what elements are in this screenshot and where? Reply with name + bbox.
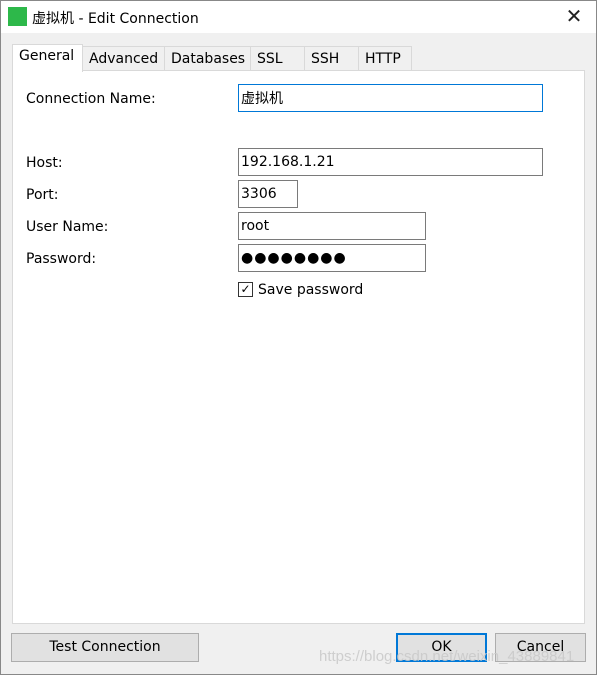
edit-connection-dialog: 虚拟机 - Edit Connection ✕ General Advanced… — [0, 0, 597, 675]
password-input[interactable] — [238, 244, 426, 272]
tab-general[interactable]: General — [12, 44, 83, 72]
host-label: Host: — [26, 155, 63, 171]
password-label: Password: — [26, 251, 97, 267]
host-input[interactable] — [238, 148, 543, 176]
tab-advanced[interactable]: Advanced — [83, 46, 165, 73]
save-password-checkbox[interactable]: ✓ — [238, 282, 253, 297]
test-connection-button[interactable]: Test Connection — [11, 633, 199, 662]
ok-button[interactable]: OK — [396, 633, 487, 662]
username-label: User Name: — [26, 219, 109, 235]
tab-http[interactable]: HTTP — [359, 46, 412, 73]
cancel-button[interactable]: Cancel — [495, 633, 586, 662]
connection-name-label: Connection Name: — [26, 91, 156, 107]
tab-ssl[interactable]: SSL — [251, 46, 305, 73]
port-label: Port: — [26, 187, 59, 203]
general-panel: Connection Name: Host: Port: User Name: … — [12, 70, 585, 624]
tab-ssh[interactable]: SSH — [305, 46, 359, 73]
username-input[interactable] — [238, 212, 426, 240]
close-icon[interactable]: ✕ — [562, 4, 586, 28]
app-logo-icon — [8, 7, 27, 26]
port-input[interactable] — [238, 180, 298, 208]
connection-name-input[interactable] — [238, 84, 543, 112]
window-title: 虚拟机 - Edit Connection — [32, 11, 199, 27]
tab-databases[interactable]: Databases — [165, 46, 251, 73]
save-password-label[interactable]: Save password — [258, 282, 363, 298]
title-bar: 虚拟机 - Edit Connection ✕ — [1, 1, 596, 33]
tab-bar: General Advanced Databases SSL SSH HTTP — [12, 44, 412, 73]
